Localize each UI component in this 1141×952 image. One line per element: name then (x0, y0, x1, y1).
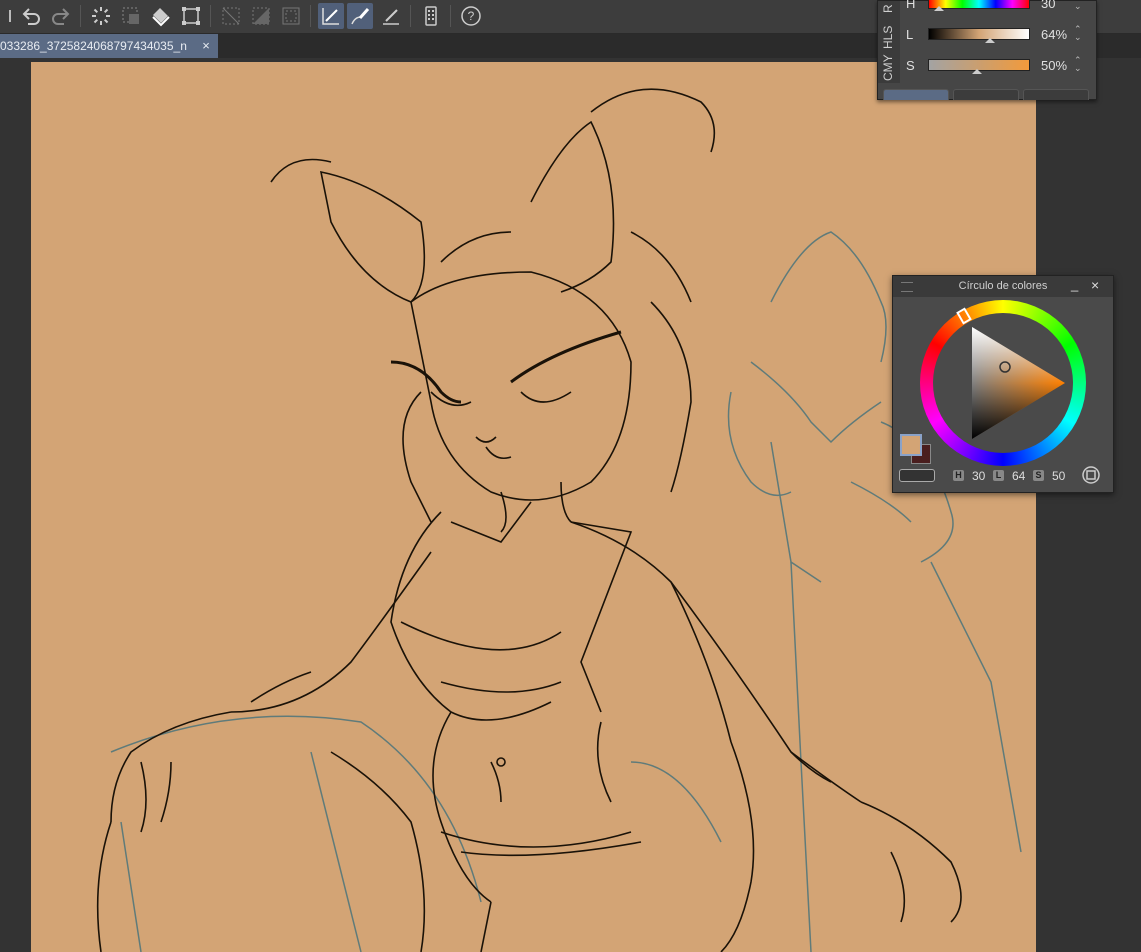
color-wheel-panel: Círculo de colores _ × H 30 L 64 S 50 (892, 275, 1114, 493)
slider-value-h: 30 (1041, 0, 1056, 11)
slider-label-s: S (906, 58, 915, 73)
slider-value-s: 50% (1041, 58, 1068, 73)
saturation-lightness-triangle[interactable] (920, 300, 1086, 466)
l-badge: L (993, 470, 1004, 481)
hue-picker-handle (956, 307, 972, 325)
hls-readout: H 30 L 64 S 50 (893, 465, 1113, 488)
panel-tab-1[interactable] (883, 89, 949, 100)
slider-handle-s[interactable] (972, 69, 982, 74)
close-icon[interactable]: × (198, 34, 214, 58)
help-icon[interactable]: ? (458, 3, 484, 29)
clear-selection-icon[interactable] (218, 3, 244, 29)
pencil-tool-icon[interactable] (378, 3, 404, 29)
panel-tab-3[interactable] (1023, 89, 1089, 100)
pen-tool-icon[interactable] (318, 3, 344, 29)
spin-down-icon[interactable]: ⌄ (1074, 2, 1082, 11)
color-settings-icon[interactable] (1081, 465, 1101, 485)
panel-title: Círculo de colores (958, 280, 1048, 292)
smartphone-icon[interactable] (418, 3, 444, 29)
l-value: 64 (1012, 469, 1026, 483)
redo-icon[interactable] (48, 3, 74, 29)
color-mode-tabs: CMY HLS R (878, 1, 900, 83)
undo-icon[interactable] (18, 3, 44, 29)
tab-rgb[interactable]: R (881, 4, 895, 13)
slider-label-h: H (906, 0, 916, 11)
panel-tab-strip (883, 89, 1093, 100)
slider-label-l: L (906, 27, 914, 42)
h-badge: H (953, 470, 964, 481)
panel-tab-2[interactable] (953, 89, 1019, 100)
s-value: 50 (1052, 469, 1066, 483)
minimize-icon[interactable]: _ (1071, 277, 1078, 292)
spinner-icon[interactable]: ⌃ ⌄ (1074, 25, 1082, 42)
brush-tool-icon[interactable] (347, 3, 373, 29)
fill-icon[interactable] (148, 3, 174, 29)
slider-row-h: H 30 ⌄ (906, 0, 1096, 14)
drawing-canvas[interactable] (31, 62, 1036, 952)
color-slider-panel: CMY HLS R H 30 ⌄ L 64% ⌃ ⌄ S 50% ⌃ ⌄ (877, 0, 1097, 100)
s-badge: S (1033, 470, 1044, 481)
main-color-swatch[interactable] (900, 434, 922, 456)
slider-row-s: S 50% ⌃ ⌄ (906, 56, 1096, 76)
show-selection-icon[interactable] (278, 3, 304, 29)
slider-handle-h[interactable] (934, 6, 944, 11)
tab-hls[interactable]: HLS (881, 26, 895, 49)
document-tab[interactable]: 033286_3725824068797434035_n × (0, 34, 218, 58)
document-tab-title: 033286_3725824068797434035_n (0, 39, 187, 53)
invert-selection-icon[interactable] (248, 3, 274, 29)
lightness-slider-bar[interactable] (928, 28, 1030, 40)
slider-value-l: 64% (1041, 27, 1068, 42)
tab-cmy[interactable]: CMY (881, 54, 895, 81)
h-value: 30 (972, 469, 986, 483)
close-icon[interactable]: × (1091, 277, 1099, 293)
transform-icon[interactable] (178, 3, 204, 29)
svg-text:?: ? (468, 9, 475, 23)
slider-handle-l[interactable] (985, 38, 995, 43)
select-all-icon[interactable] (118, 3, 144, 29)
slider-row-l: L 64% ⌃ ⌄ (906, 25, 1096, 45)
panel-title-bar[interactable]: Círculo de colores _ × (893, 276, 1113, 297)
spinner-icon[interactable]: ⌃ ⌄ (1074, 56, 1082, 73)
loading-icon[interactable] (88, 3, 114, 29)
